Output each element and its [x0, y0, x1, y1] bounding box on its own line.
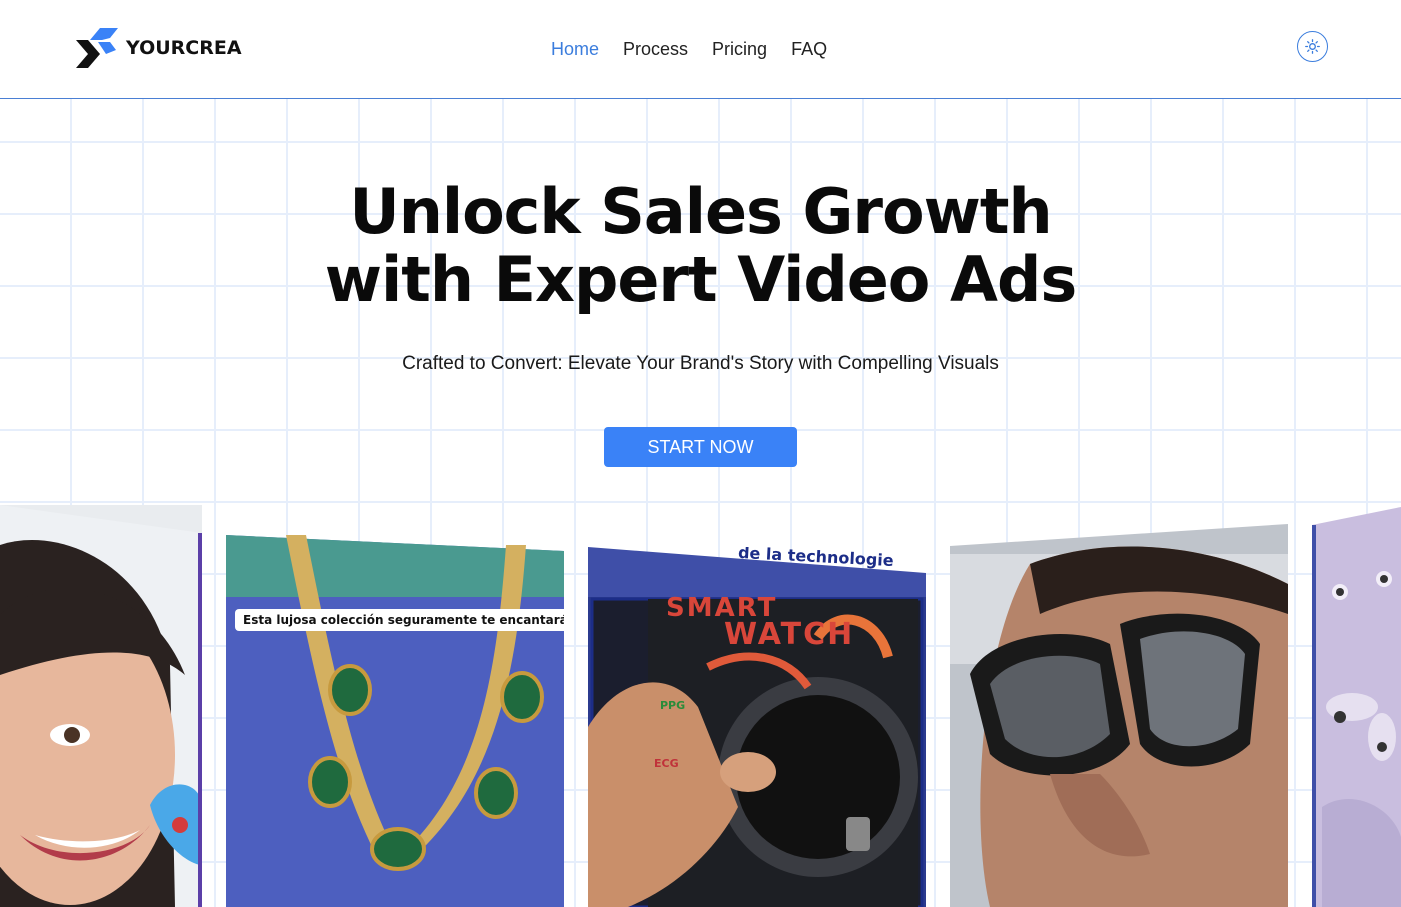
video-card-lilac[interactable]: [1312, 507, 1401, 907]
video-card-woman[interactable]: [0, 505, 202, 907]
nav-pricing[interactable]: Pricing: [712, 36, 767, 62]
nav-faq[interactable]: FAQ: [791, 36, 827, 62]
necklace-caption: Esta lujosa colección seguramente te enc…: [235, 609, 564, 631]
hero-subtitle: Crafted to Convert: Elevate Your Brand's…: [402, 353, 999, 374]
video-card-sunglasses[interactable]: [950, 524, 1288, 907]
necklace-video-thumbnail: [226, 535, 564, 907]
smartwatch-overlay-line2: WATCH: [724, 617, 855, 652]
hero-title-line2: with Expert Video Ads: [324, 243, 1077, 316]
woman-video-thumbnail: [0, 505, 202, 907]
video-card-necklace[interactable]: Esta lujosa colección seguramente te enc…: [226, 535, 564, 907]
brand-name: YOURCREA: [126, 37, 242, 59]
brand-logo[interactable]: YOURCREA: [76, 28, 242, 68]
main-nav: Home Process Pricing FAQ: [551, 36, 851, 62]
double-chevron-logo-icon: [76, 28, 118, 68]
start-now-button[interactable]: START NOW: [604, 427, 797, 467]
sunglasses-video-thumbnail: [950, 524, 1288, 907]
lilac-video-thumbnail: [1312, 507, 1401, 907]
video-card-smartwatch[interactable]: de la technologie SMART WATCH PPG ECG: [588, 547, 926, 907]
smartwatch-label-ecg: ECG: [654, 757, 679, 770]
site-header: YOURCREA Home Process Pricing FAQ: [0, 0, 1401, 99]
smartwatch-label-ppg: PPG: [660, 699, 686, 712]
hero-title-line1: Unlock Sales Growth: [349, 175, 1052, 248]
nav-process[interactable]: Process: [623, 36, 688, 62]
sun-icon: [1305, 39, 1320, 54]
nav-home[interactable]: Home: [551, 36, 599, 62]
theme-toggle-button[interactable]: [1297, 31, 1328, 62]
hero-title: Unlock Sales Growth with Expert Video Ad…: [0, 178, 1401, 314]
